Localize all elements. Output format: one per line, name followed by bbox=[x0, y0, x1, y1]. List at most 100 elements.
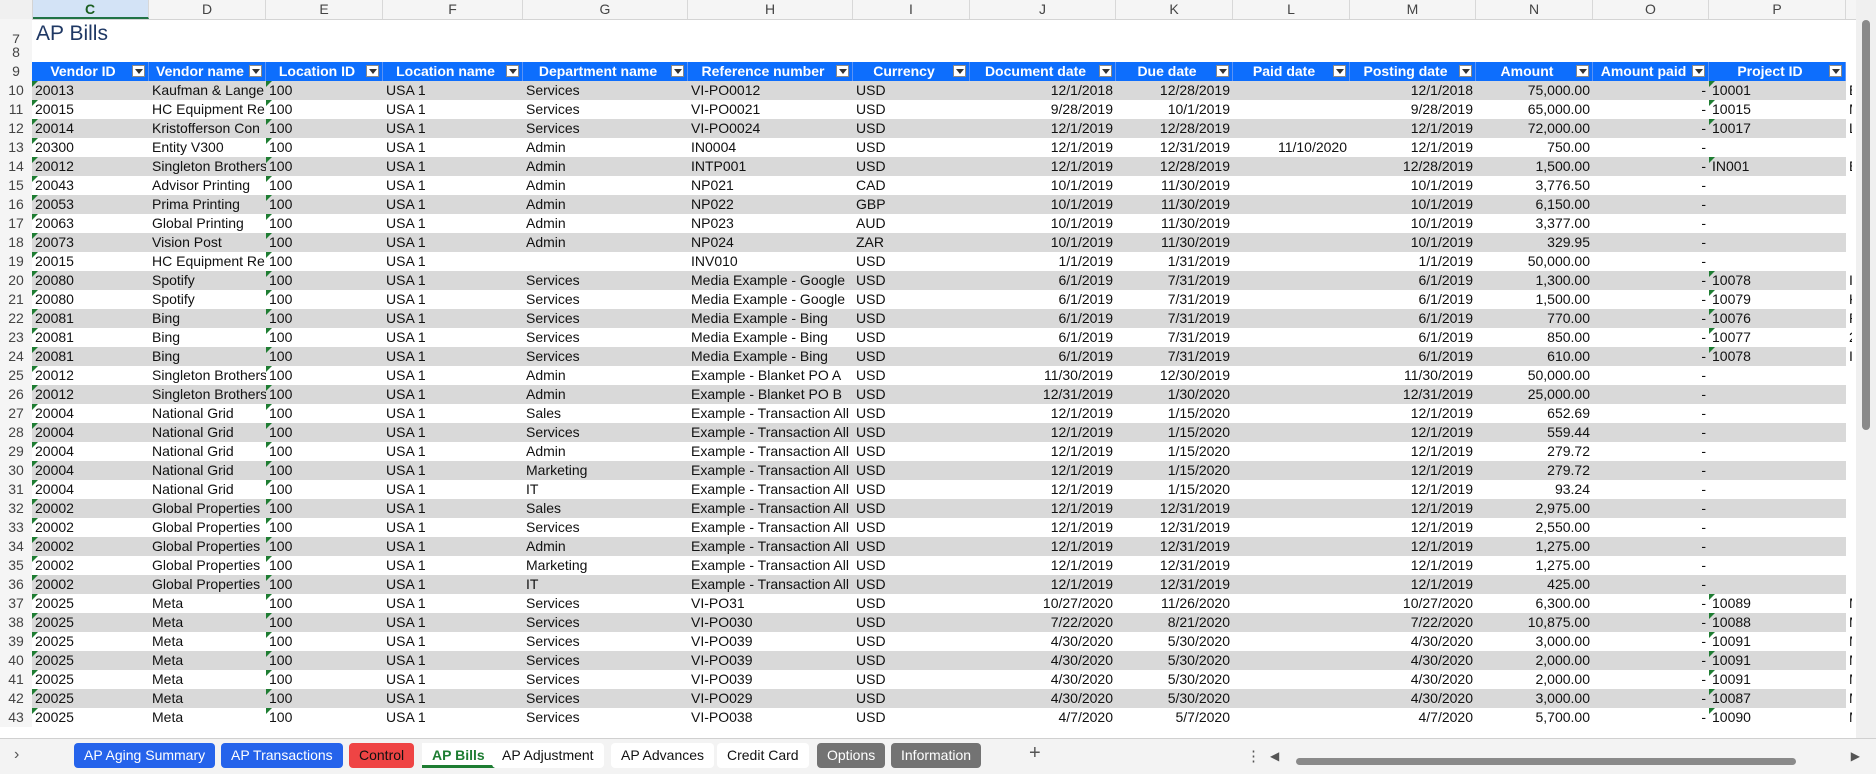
table-cell[interactable]: Admin bbox=[523, 176, 688, 195]
table-cell[interactable]: USA 1 bbox=[383, 480, 523, 499]
table-cell[interactable]: 10091 bbox=[1709, 651, 1846, 670]
table-cell[interactable]: 100 bbox=[266, 233, 383, 252]
table-cell[interactable]: 20081 bbox=[32, 328, 149, 347]
table-cell[interactable]: Kristofferson Con bbox=[149, 119, 266, 138]
table-cell[interactable]: 100 bbox=[266, 138, 383, 157]
table-cell[interactable] bbox=[1846, 423, 1852, 442]
table-cell[interactable]: USA 1 bbox=[383, 594, 523, 613]
table-cell[interactable]: 1,500.00 bbox=[1476, 290, 1593, 309]
table-cell[interactable] bbox=[1233, 632, 1350, 651]
table-cell[interactable]: 20025 bbox=[32, 689, 149, 708]
table-cell[interactable]: Admin bbox=[523, 233, 688, 252]
table-cell[interactable]: 5/30/2020 bbox=[1116, 689, 1233, 708]
table-cell[interactable]: 10090 bbox=[1709, 708, 1846, 727]
table-cell[interactable] bbox=[1233, 195, 1350, 214]
table-cell[interactable]: 12/1/2019 bbox=[970, 461, 1116, 480]
table-cell[interactable] bbox=[1709, 138, 1846, 157]
column-header-M[interactable]: M bbox=[1350, 0, 1476, 19]
table-cell[interactable]: 10087 bbox=[1709, 689, 1846, 708]
table-cell[interactable] bbox=[1233, 575, 1350, 594]
table-cell[interactable]: 12/31/2019 bbox=[1116, 575, 1233, 594]
table-cell[interactable] bbox=[1233, 271, 1350, 290]
table-cell[interactable]: 7/22/2020 bbox=[1350, 613, 1476, 632]
table-cell[interactable]: 20043 bbox=[32, 176, 149, 195]
table-cell[interactable]: USA 1 bbox=[383, 100, 523, 119]
table-cell[interactable] bbox=[1709, 556, 1846, 575]
table-cell[interactable]: Admin bbox=[523, 442, 688, 461]
table-cell[interactable]: 12/28/2019 bbox=[1350, 157, 1476, 176]
table-cell[interactable]: 20080 bbox=[32, 271, 149, 290]
table-cell[interactable]: USA 1 bbox=[383, 119, 523, 138]
table-cell[interactable]: 2,550.00 bbox=[1476, 518, 1593, 537]
table-cell[interactable]: 12/1/2019 bbox=[1350, 537, 1476, 556]
table-cell[interactable]: Example - Blanket PO B bbox=[688, 385, 853, 404]
column-header-F[interactable]: F bbox=[383, 0, 523, 19]
table-cell[interactable]: 100 bbox=[266, 651, 383, 670]
table-cell[interactable]: 100 bbox=[266, 461, 383, 480]
table-cell[interactable] bbox=[1233, 537, 1350, 556]
table-cell[interactable]: Services bbox=[523, 632, 688, 651]
table-cell[interactable]: USD bbox=[853, 708, 970, 727]
table-cell[interactable]: 12/31/2019 bbox=[1116, 138, 1233, 157]
table-cell[interactable] bbox=[1233, 328, 1350, 347]
column-header-cell[interactable]: Location name bbox=[383, 62, 523, 81]
table-cell[interactable]: - bbox=[1593, 632, 1709, 651]
row-header[interactable]: 20 bbox=[0, 271, 32, 290]
column-header-cell[interactable]: Due date bbox=[1116, 62, 1233, 81]
table-cell[interactable]: USA 1 bbox=[383, 556, 523, 575]
horizontal-scrollbar[interactable]: ◀ ▶ bbox=[1270, 749, 1860, 765]
table-cell[interactable]: Le bbox=[1846, 119, 1852, 138]
table-cell[interactable]: 100 bbox=[266, 594, 383, 613]
table-cell[interactable]: 100 bbox=[266, 271, 383, 290]
row-header[interactable]: 21 bbox=[0, 290, 32, 309]
table-cell[interactable]: Meta bbox=[149, 670, 266, 689]
table-cell[interactable]: VI-PO039 bbox=[688, 670, 853, 689]
table-cell[interactable]: NP023 bbox=[688, 214, 853, 233]
table-cell[interactable]: 10/1/2019 bbox=[1350, 233, 1476, 252]
table-cell[interactable]: 7/22/2020 bbox=[970, 613, 1116, 632]
table-cell[interactable]: Services bbox=[523, 423, 688, 442]
table-cell[interactable]: 11/30/2019 bbox=[1116, 176, 1233, 195]
table-cell[interactable] bbox=[1709, 195, 1846, 214]
table-cell[interactable]: ZAR bbox=[853, 233, 970, 252]
table-cell[interactable]: - bbox=[1593, 100, 1709, 119]
table-cell[interactable] bbox=[1233, 214, 1350, 233]
table-cell[interactable]: 100 bbox=[266, 81, 383, 100]
table-cell[interactable]: - bbox=[1593, 366, 1709, 385]
row-header[interactable]: 37 bbox=[0, 594, 32, 613]
row-header[interactable]: 40 bbox=[0, 651, 32, 670]
table-cell[interactable]: 100 bbox=[266, 385, 383, 404]
chevron-right-icon[interactable]: › bbox=[14, 746, 19, 764]
table-cell[interactable]: Admin bbox=[523, 138, 688, 157]
table-cell[interactable] bbox=[1846, 138, 1852, 157]
table-cell[interactable]: Entity V300 bbox=[149, 138, 266, 157]
table-cell[interactable] bbox=[1233, 670, 1350, 689]
sheet-tab[interactable]: Options bbox=[817, 743, 886, 768]
table-cell[interactable]: - bbox=[1593, 499, 1709, 518]
column-header-H[interactable]: H bbox=[688, 0, 853, 19]
table-cell[interactable]: 10088 bbox=[1709, 613, 1846, 632]
table-cell[interactable]: Services bbox=[523, 100, 688, 119]
table-cell[interactable]: Services bbox=[523, 347, 688, 366]
table-cell[interactable]: USA 1 bbox=[383, 708, 523, 727]
table-cell[interactable] bbox=[523, 252, 688, 271]
table-cell[interactable]: 100 bbox=[266, 499, 383, 518]
table-cell[interactable]: USA 1 bbox=[383, 309, 523, 328]
table-cell[interactable]: USD bbox=[853, 271, 970, 290]
table-cell[interactable]: 12/1/2019 bbox=[1350, 575, 1476, 594]
table-cell[interactable]: 1/15/2020 bbox=[1116, 461, 1233, 480]
table-cell[interactable]: 425.00 bbox=[1476, 575, 1593, 594]
table-cell[interactable]: Vision Post bbox=[149, 233, 266, 252]
table-cell[interactable]: - bbox=[1593, 613, 1709, 632]
table-cell[interactable]: USD bbox=[853, 461, 970, 480]
table-cell[interactable]: VI-PO030 bbox=[688, 613, 853, 632]
row-header[interactable]: 30 bbox=[0, 461, 32, 480]
table-cell[interactable]: 12/1/2019 bbox=[970, 499, 1116, 518]
table-cell[interactable]: USD bbox=[853, 442, 970, 461]
table-cell[interactable]: Sales bbox=[523, 404, 688, 423]
table-cell[interactable]: 12/1/2019 bbox=[1350, 518, 1476, 537]
table-cell[interactable]: USD bbox=[853, 385, 970, 404]
table-cell[interactable]: USA 1 bbox=[383, 632, 523, 651]
table-cell[interactable]: 12/1/2018 bbox=[970, 81, 1116, 100]
table-cell[interactable]: USA 1 bbox=[383, 252, 523, 271]
